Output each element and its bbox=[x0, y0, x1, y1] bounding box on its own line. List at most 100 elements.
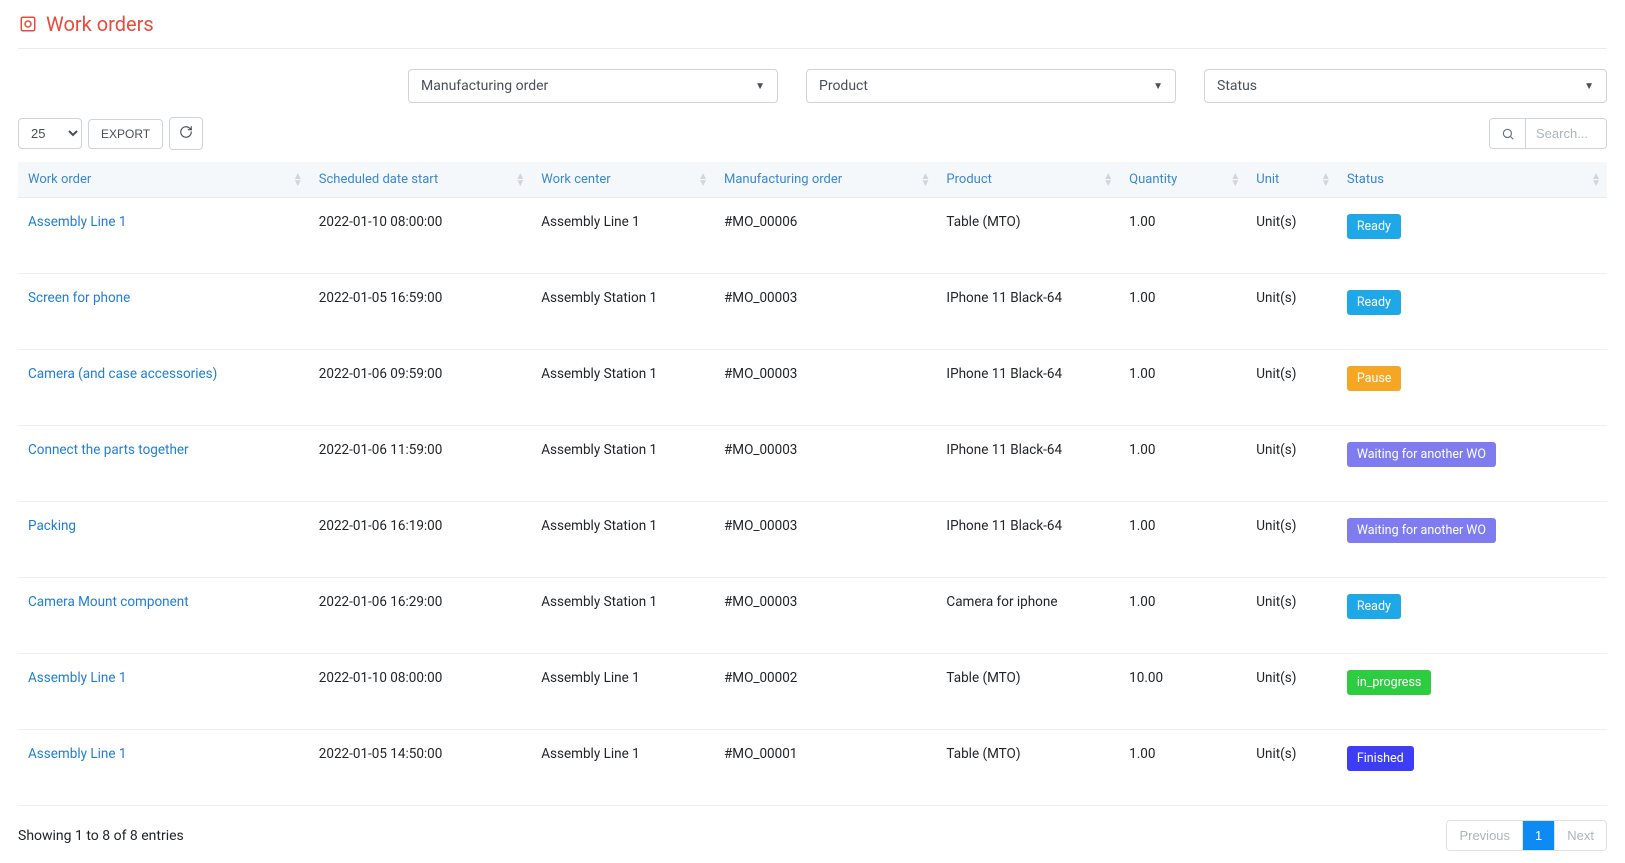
cell-status: in_progress bbox=[1337, 654, 1607, 730]
cell-product: Table (MTO) bbox=[936, 198, 1119, 274]
status-badge[interactable]: Ready bbox=[1347, 594, 1401, 619]
cell-scheduled-date-start: 2022-01-06 16:29:00 bbox=[309, 578, 531, 654]
refresh-button[interactable] bbox=[169, 117, 203, 150]
cell-status: Finished bbox=[1337, 730, 1607, 806]
work-order-link[interactable]: Assembly Line 1 bbox=[28, 670, 126, 686]
col-status[interactable]: Status▲▼ bbox=[1337, 162, 1607, 198]
cell-work-center: Assembly Line 1 bbox=[531, 198, 714, 274]
filter-label: Status bbox=[1217, 78, 1257, 94]
cell-product: IPhone 11 Black-64 bbox=[936, 350, 1119, 426]
status-badge[interactable]: Waiting for another WO bbox=[1347, 442, 1496, 467]
pagination: Previous 1 Next bbox=[1446, 820, 1607, 851]
col-work-order[interactable]: Work order▲▼ bbox=[18, 162, 309, 198]
cell-scheduled-date-start: 2022-01-10 08:00:00 bbox=[309, 198, 531, 274]
cell-work-order: Assembly Line 1 bbox=[18, 654, 309, 730]
col-unit[interactable]: Unit▲▼ bbox=[1246, 162, 1337, 198]
entries-info: Showing 1 to 8 of 8 entries bbox=[18, 828, 184, 844]
work-order-link[interactable]: Camera (and case accessories) bbox=[28, 366, 217, 382]
cell-manufacturing-order: #MO_00003 bbox=[714, 426, 936, 502]
col-product[interactable]: Product▲▼ bbox=[936, 162, 1119, 198]
work-orders-icon bbox=[18, 14, 38, 34]
cell-manufacturing-order: #MO_00003 bbox=[714, 578, 936, 654]
cell-work-center: Assembly Line 1 bbox=[531, 730, 714, 806]
cell-work-order: Assembly Line 1 bbox=[18, 198, 309, 274]
cell-scheduled-date-start: 2022-01-10 08:00:00 bbox=[309, 654, 531, 730]
cell-scheduled-date-start: 2022-01-06 11:59:00 bbox=[309, 426, 531, 502]
cell-unit: Unit(s) bbox=[1246, 426, 1337, 502]
cell-unit: Unit(s) bbox=[1246, 578, 1337, 654]
sort-icon: ▲▼ bbox=[1591, 173, 1601, 187]
cell-work-order: Packing bbox=[18, 502, 309, 578]
filters-row: Manufacturing order ▼ Product ▼ Status ▼ bbox=[18, 69, 1607, 103]
table-footer: Showing 1 to 8 of 8 entries Previous 1 N… bbox=[18, 820, 1607, 851]
status-badge[interactable]: in_progress bbox=[1347, 670, 1432, 695]
export-button[interactable]: EXPORT bbox=[88, 119, 163, 149]
pagination-page-1[interactable]: 1 bbox=[1523, 821, 1555, 850]
cell-work-order: Assembly Line 1 bbox=[18, 730, 309, 806]
work-order-link[interactable]: Packing bbox=[28, 518, 76, 534]
cell-work-order: Camera (and case accessories) bbox=[18, 350, 309, 426]
cell-quantity: 1.00 bbox=[1119, 578, 1246, 654]
search-input[interactable] bbox=[1526, 119, 1606, 148]
table-row: Connect the parts together 2022-01-06 11:… bbox=[18, 426, 1607, 502]
cell-manufacturing-order: #MO_00003 bbox=[714, 502, 936, 578]
cell-unit: Unit(s) bbox=[1246, 274, 1337, 350]
table-row: Assembly Line 12022-01-05 14:50:00Assemb… bbox=[18, 730, 1607, 806]
cell-scheduled-date-start: 2022-01-06 16:19:00 bbox=[309, 502, 531, 578]
work-order-link[interactable]: Assembly Line 1 bbox=[28, 214, 126, 230]
cell-status: Pause bbox=[1337, 350, 1607, 426]
page-size-select[interactable]: 25 bbox=[18, 118, 82, 149]
status-badge[interactable]: Ready bbox=[1347, 290, 1401, 315]
toolbar-left: 25 EXPORT bbox=[18, 117, 203, 150]
table-row: Screen for phone2022-01-05 16:59:00Assem… bbox=[18, 274, 1607, 350]
cell-product: IPhone 11 Black-64 bbox=[936, 426, 1119, 502]
pagination-previous[interactable]: Previous bbox=[1447, 821, 1523, 850]
cell-unit: Unit(s) bbox=[1246, 350, 1337, 426]
cell-quantity: 10.00 bbox=[1119, 654, 1246, 730]
cell-work-order: Connect the parts together bbox=[18, 426, 309, 502]
refresh-icon bbox=[179, 125, 193, 142]
search-icon bbox=[1490, 119, 1526, 148]
work-order-link[interactable]: Assembly Line 1 bbox=[28, 746, 126, 762]
status-badge[interactable]: Finished bbox=[1347, 746, 1414, 771]
status-badge[interactable]: Ready bbox=[1347, 214, 1401, 239]
cell-work-center: Assembly Station 1 bbox=[531, 350, 714, 426]
status-badge[interactable]: Waiting for another WO bbox=[1347, 518, 1496, 543]
sort-icon: ▲▼ bbox=[921, 173, 931, 187]
cell-unit: Unit(s) bbox=[1246, 198, 1337, 274]
cell-product: IPhone 11 Black-64 bbox=[936, 274, 1119, 350]
filter-product[interactable]: Product ▼ bbox=[806, 69, 1176, 103]
caret-down-icon: ▼ bbox=[755, 81, 765, 92]
cell-scheduled-date-start: 2022-01-05 16:59:00 bbox=[309, 274, 531, 350]
cell-quantity: 1.00 bbox=[1119, 730, 1246, 806]
work-order-link[interactable]: Screen for phone bbox=[28, 290, 130, 306]
cell-product: IPhone 11 Black-64 bbox=[936, 502, 1119, 578]
cell-scheduled-date-start: 2022-01-06 09:59:00 bbox=[309, 350, 531, 426]
col-scheduled-date-start[interactable]: Scheduled date start▲▼ bbox=[309, 162, 531, 198]
cell-unit: Unit(s) bbox=[1246, 654, 1337, 730]
cell-scheduled-date-start: 2022-01-05 14:50:00 bbox=[309, 730, 531, 806]
pagination-next[interactable]: Next bbox=[1555, 821, 1606, 850]
cell-manufacturing-order: #MO_00003 bbox=[714, 274, 936, 350]
search-group bbox=[1489, 118, 1607, 149]
col-work-center[interactable]: Work center▲▼ bbox=[531, 162, 714, 198]
cell-work-center: Assembly Station 1 bbox=[531, 502, 714, 578]
work-order-link[interactable]: Camera Mount component bbox=[28, 594, 189, 610]
cell-quantity: 1.00 bbox=[1119, 198, 1246, 274]
table-row: Packing 2022-01-06 16:19:00Assembly Stati… bbox=[18, 502, 1607, 578]
sort-icon: ▲▼ bbox=[293, 173, 303, 187]
table-row: Camera (and case accessories) 2022-01-06 … bbox=[18, 350, 1607, 426]
filter-manufacturing-order[interactable]: Manufacturing order ▼ bbox=[408, 69, 778, 103]
work-order-link[interactable]: Connect the parts together bbox=[28, 442, 189, 458]
sort-icon: ▲▼ bbox=[1103, 173, 1113, 187]
sort-icon: ▲▼ bbox=[698, 173, 708, 187]
table-row: Assembly Line 12022-01-10 08:00:00Assemb… bbox=[18, 198, 1607, 274]
col-quantity[interactable]: Quantity▲▼ bbox=[1119, 162, 1246, 198]
cell-unit: Unit(s) bbox=[1246, 502, 1337, 578]
col-manufacturing-order[interactable]: Manufacturing order▲▼ bbox=[714, 162, 936, 198]
status-badge[interactable]: Pause bbox=[1347, 366, 1402, 391]
toolbar: 25 EXPORT bbox=[18, 117, 1607, 150]
cell-manufacturing-order: #MO_00003 bbox=[714, 350, 936, 426]
cell-status: Ready bbox=[1337, 198, 1607, 274]
filter-status[interactable]: Status ▼ bbox=[1204, 69, 1607, 103]
